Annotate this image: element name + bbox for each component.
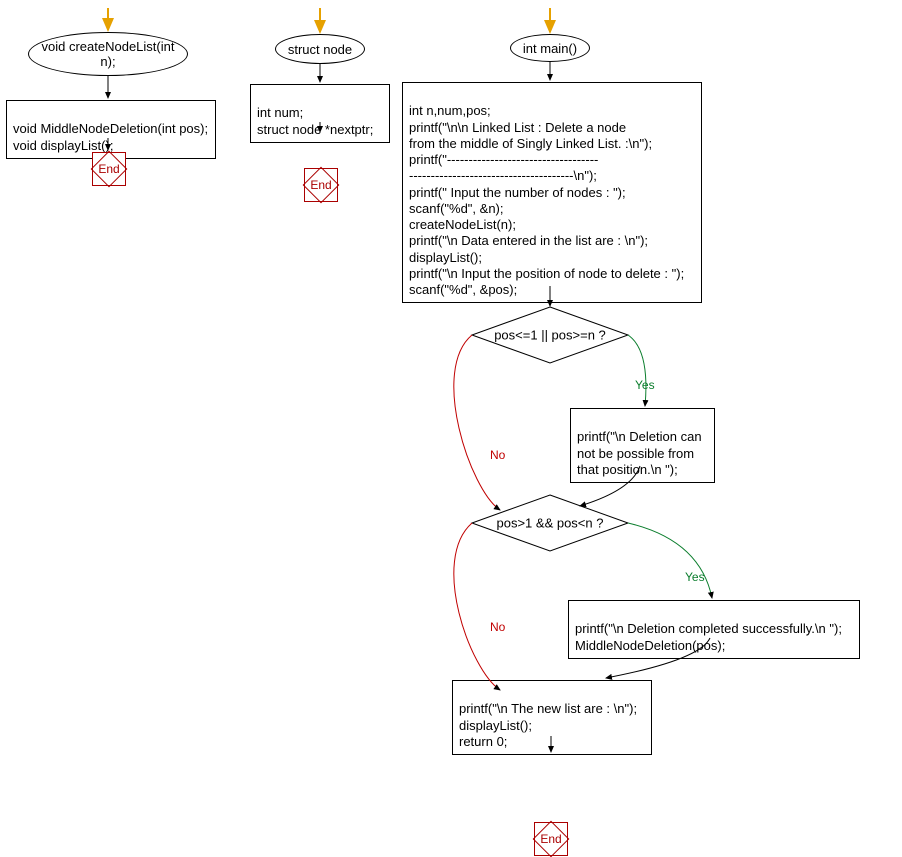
- flow2-body: int num; struct node *nextptr;: [250, 84, 390, 143]
- flow3-yes2: printf("\n Deletion completed successful…: [568, 600, 860, 659]
- flow1-end: End: [92, 152, 126, 186]
- flow3-cond1: pos<=1 || pos>=n ?: [490, 310, 610, 360]
- flow3-cond1-text: pos<=1 || pos>=n ?: [430, 328, 670, 343]
- flow1-end-text: End: [98, 162, 119, 176]
- flow2-end-text: End: [310, 178, 331, 192]
- flow2-body-text: int num; struct node *nextptr;: [257, 105, 373, 136]
- flow3-yes2-text: printf("\n Deletion completed successful…: [575, 621, 842, 652]
- flow1-entry-text: void createNodeList(int n);: [37, 39, 179, 69]
- cond2-no-label: No: [490, 620, 505, 634]
- flow2-entry-text: struct node: [288, 42, 352, 57]
- flow3-merge: printf("\n The new list are : \n"); disp…: [452, 680, 652, 755]
- flow1-body: void MiddleNodeDeletion(int pos); void d…: [6, 100, 216, 159]
- flow2-entry: struct node: [275, 34, 365, 64]
- flow3-merge-text: printf("\n The new list are : \n"); disp…: [459, 701, 637, 749]
- flow3-body-text: int n,num,pos; printf("\n\n Linked List …: [409, 103, 684, 297]
- flow1-body-text: void MiddleNodeDeletion(int pos); void d…: [13, 121, 208, 152]
- cond1-yes-label: Yes: [635, 378, 655, 392]
- flow3-cond2: pos>1 && pos<n ?: [490, 498, 610, 548]
- flow2-end: End: [304, 168, 338, 202]
- cond2-yes-label: Yes: [685, 570, 705, 584]
- flow3-entry: int main(): [510, 34, 590, 62]
- flow3-end: End: [534, 822, 568, 856]
- flow3-yes1: printf("\n Deletion can not be possible …: [570, 408, 715, 483]
- flow3-entry-text: int main(): [523, 41, 577, 56]
- cond1-no-label: No: [490, 448, 505, 462]
- flow3-body: int n,num,pos; printf("\n\n Linked List …: [402, 82, 702, 303]
- flow3-end-text: End: [540, 832, 561, 846]
- flow1-entry: void createNodeList(int n);: [28, 32, 188, 76]
- flow3-cond2-text: pos>1 && pos<n ?: [430, 516, 670, 531]
- flow3-yes1-text: printf("\n Deletion can not be possible …: [577, 429, 702, 477]
